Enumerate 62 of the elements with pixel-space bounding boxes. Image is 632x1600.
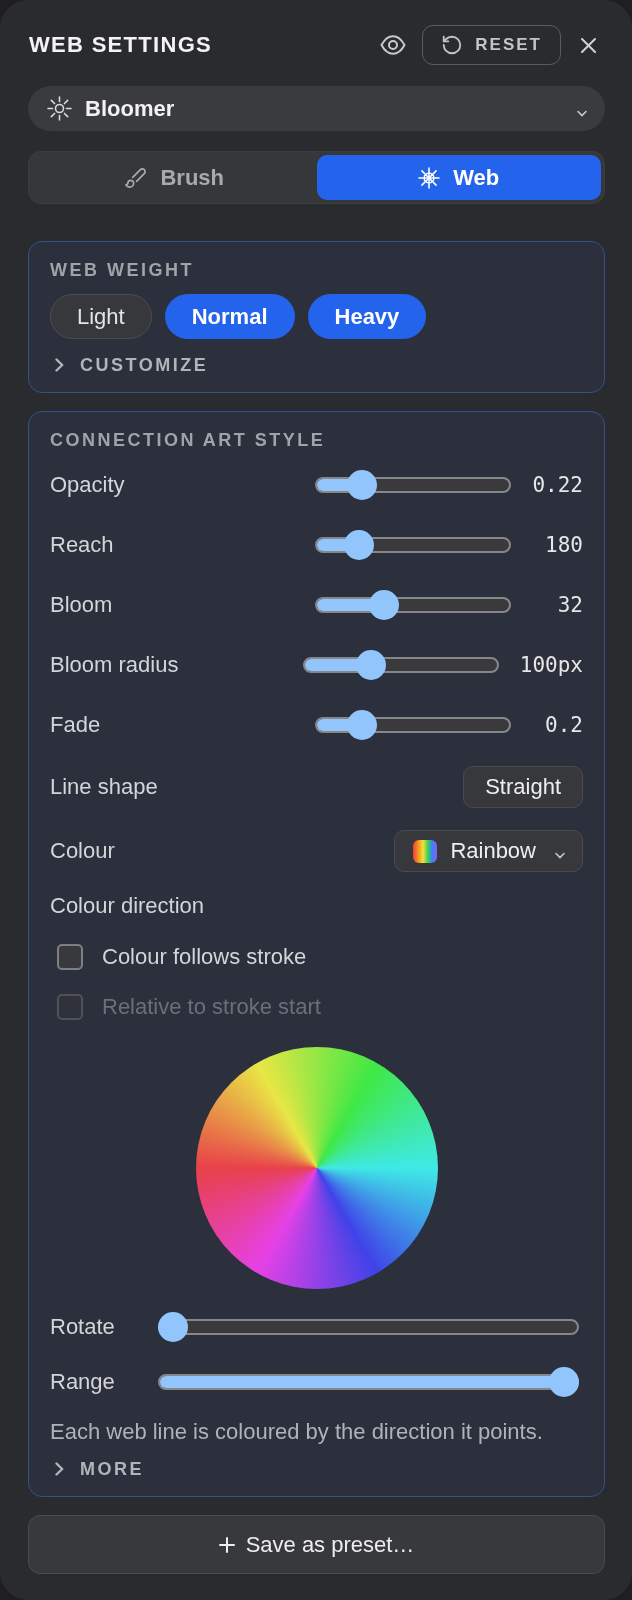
slider-label: Range xyxy=(50,1369,116,1395)
plus-icon xyxy=(218,1536,235,1553)
slider-label: Bloom xyxy=(50,592,114,618)
slider[interactable] xyxy=(158,1312,579,1342)
more-toggle[interactable]: MORE xyxy=(50,1459,144,1479)
checkbox[interactable] xyxy=(57,944,83,970)
slider-value: 180 xyxy=(544,533,583,557)
setting-label: Colour xyxy=(50,838,115,864)
checkbox-label: Relative to stroke start xyxy=(102,994,321,1020)
slider-thumb[interactable] xyxy=(368,590,399,620)
visibility-button[interactable] xyxy=(380,35,407,55)
slider-label: Rotate xyxy=(50,1314,116,1340)
slider[interactable] xyxy=(315,710,512,740)
weight-chip[interactable]: Normal xyxy=(164,294,295,339)
chevron-down-icon xyxy=(555,851,565,859)
slider-thumb[interactable] xyxy=(355,650,386,680)
slider-thumb[interactable] xyxy=(343,530,374,560)
slider-value: 0.22 xyxy=(532,473,583,497)
tab[interactable]: Web xyxy=(316,155,601,200)
checkbox-label: Colour follows stroke xyxy=(102,944,307,970)
slider-label: Bloom radius xyxy=(50,652,180,678)
sun-icon xyxy=(47,96,72,121)
slider-label: Fade xyxy=(50,712,102,738)
setting-label: Line shape xyxy=(50,774,158,800)
slider[interactable] xyxy=(315,470,512,500)
chevron-right-icon xyxy=(55,358,64,372)
slider-value: 0.2 xyxy=(544,713,583,737)
weight-chip[interactable]: Light xyxy=(50,294,152,339)
spiderweb-icon xyxy=(418,166,441,189)
slider[interactable] xyxy=(315,530,512,560)
slider-label: Reach xyxy=(50,532,115,558)
slider-label: Opacity xyxy=(50,472,126,498)
close-icon xyxy=(581,37,596,53)
reset-icon xyxy=(441,34,464,56)
section-heading: WEB WEIGHT xyxy=(50,260,195,280)
slider-thumb[interactable] xyxy=(549,1367,579,1397)
close-button[interactable] xyxy=(581,37,596,53)
eye-icon xyxy=(380,35,407,55)
slider-thumb[interactable] xyxy=(346,710,377,740)
slider[interactable] xyxy=(158,1367,579,1397)
preset-dropdown[interactable]: Bloomer xyxy=(28,86,605,131)
reset-button[interactable]: RESET xyxy=(422,25,561,65)
section-heading: CONNECTION ART STYLE xyxy=(50,430,327,450)
setting-label: Colour direction xyxy=(50,893,205,919)
customize-toggle[interactable]: CUSTOMIZE xyxy=(50,355,209,375)
save-preset-button[interactable]: Save as preset… xyxy=(28,1515,605,1574)
slider-value: 100px xyxy=(519,653,583,677)
description-text: Each web line is coloured by the direction it points. xyxy=(50,1419,544,1445)
slider-value: 32 xyxy=(556,593,583,617)
chevron-right-icon xyxy=(55,1462,64,1476)
slider[interactable] xyxy=(315,590,512,620)
slider[interactable] xyxy=(302,650,499,680)
slider-thumb[interactable] xyxy=(346,470,377,500)
weight-chip[interactable]: Heavy xyxy=(307,294,427,339)
colour-dropdown[interactable]: Rainbow xyxy=(394,830,583,872)
panel-title: WEB SETTINGS xyxy=(28,32,213,58)
chevron-down-icon xyxy=(577,110,587,117)
option-button[interactable]: Straight xyxy=(463,766,583,808)
slider-thumb[interactable] xyxy=(158,1312,188,1342)
brush-icon xyxy=(124,166,148,189)
rainbow-swatch-icon xyxy=(413,839,438,863)
tab[interactable]: Brush xyxy=(32,155,317,200)
